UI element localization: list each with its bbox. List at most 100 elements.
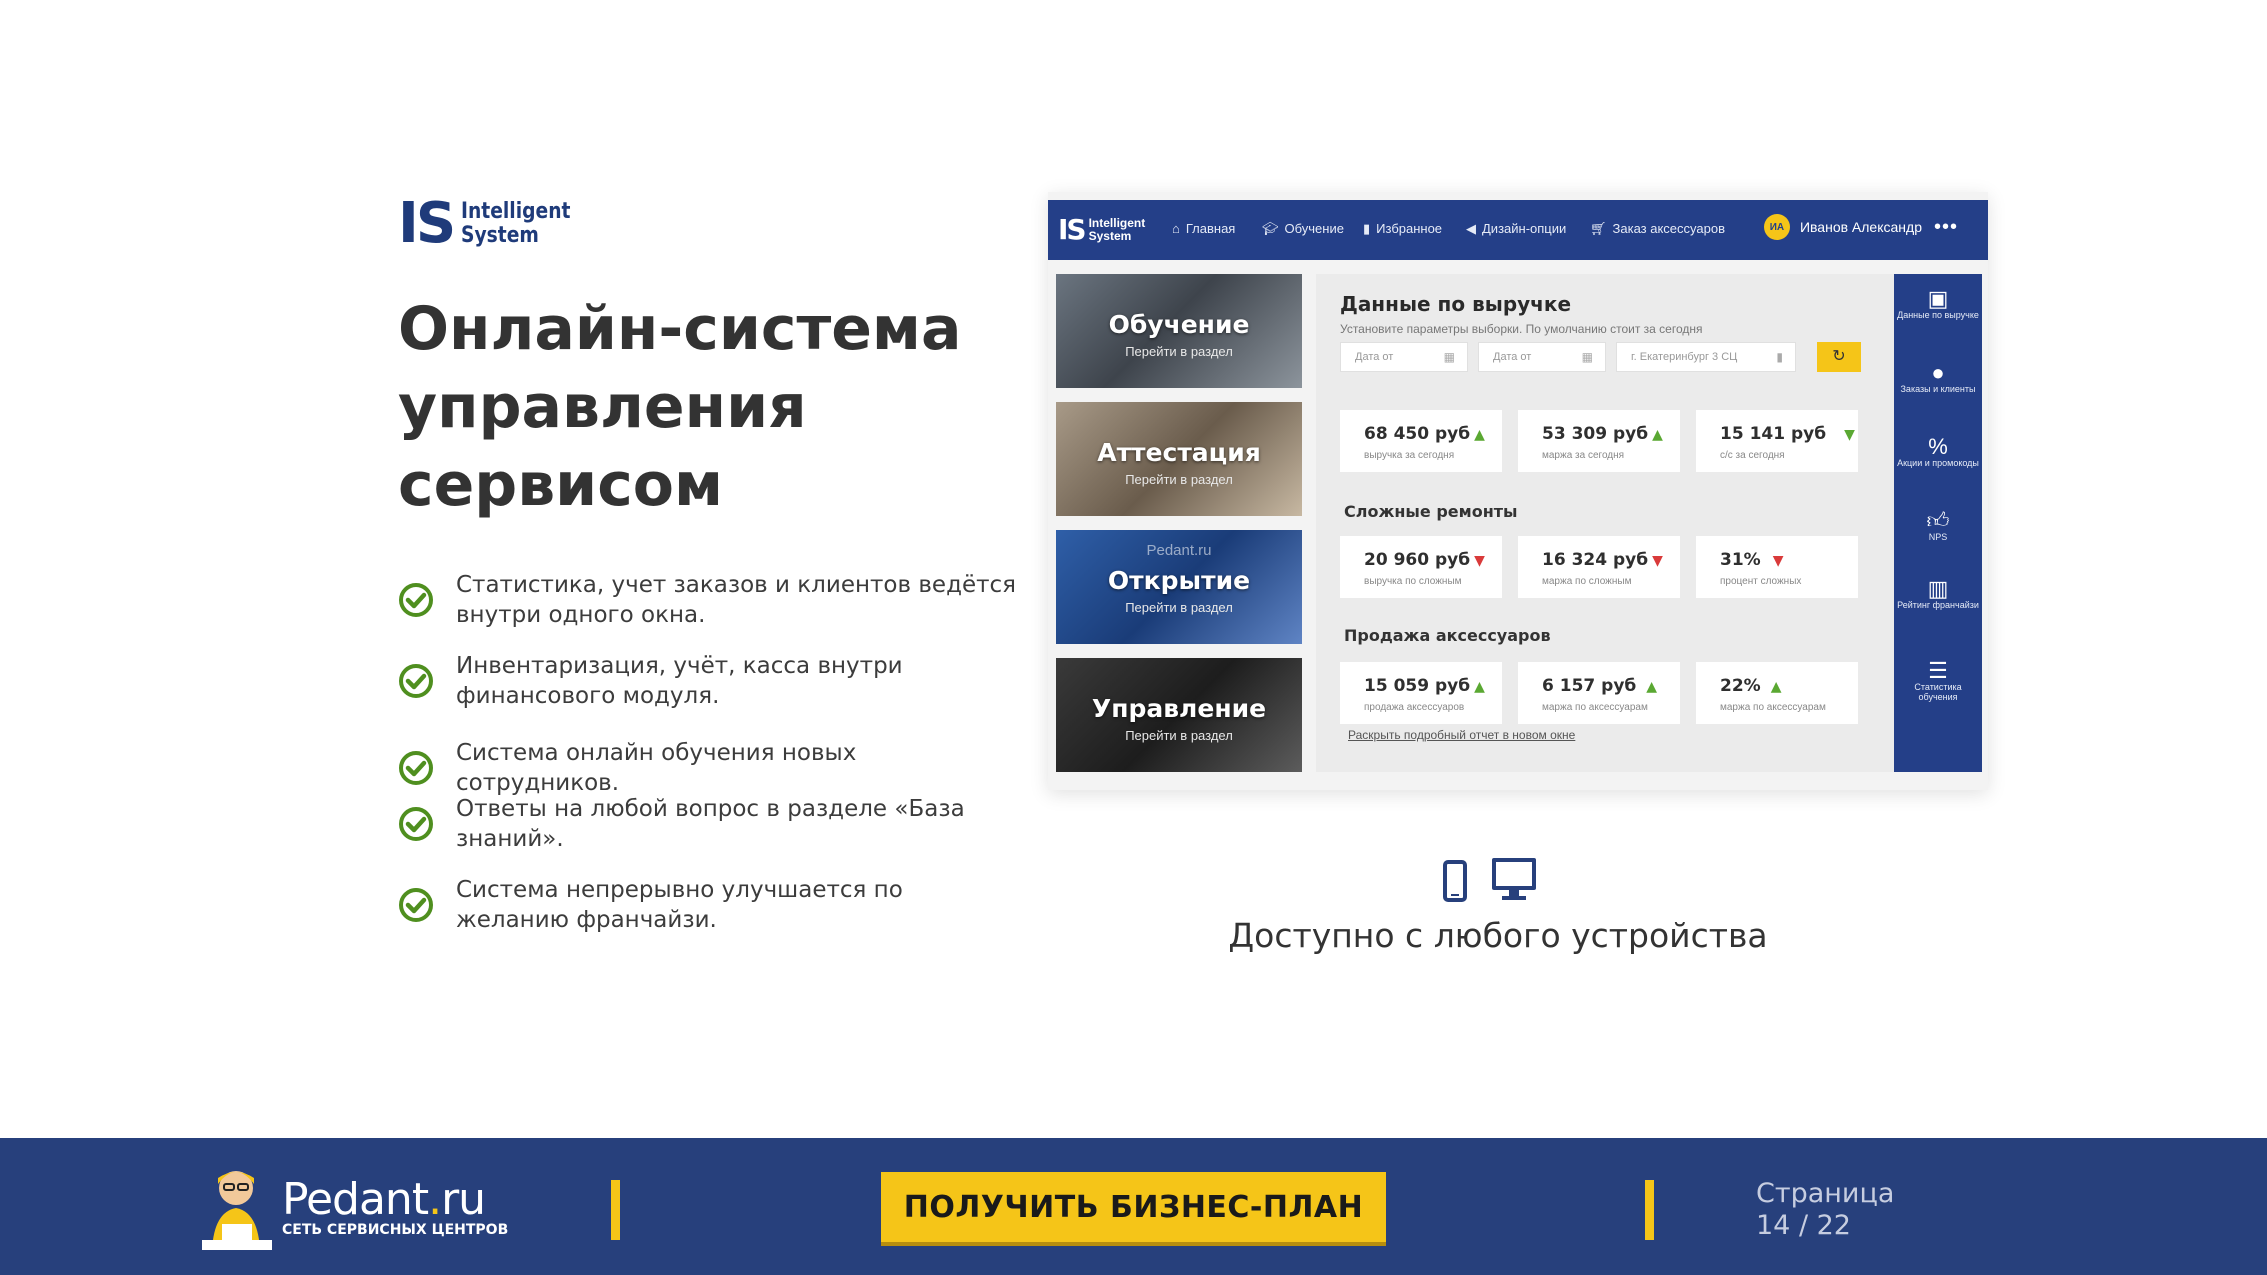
metric-value: 15 059 руб ▲ — [1364, 676, 1485, 696]
divider-bar — [1645, 1180, 1654, 1240]
tile-management[interactable]: Управление Перейти в раздел — [1056, 658, 1302, 772]
sidebar-item-label: NPS — [1928, 532, 1948, 542]
panel-subtitle: Установите параметры выборки. По умолчан… — [1340, 322, 1703, 336]
sidebar-item-revenue[interactable]: ▣ Данные по выручке — [1894, 286, 1982, 321]
trend-up-icon: ▲ — [1646, 679, 1658, 695]
headline-line-2: управления — [398, 372, 807, 442]
cart-icon: 🛒︎ — [1590, 221, 1607, 236]
dashboard-screenshot: IS Intelligent System ⌂ Главная 🎓︎ Обучение… — [1048, 192, 1988, 790]
metric-card: 53 309 руб ▲ маржа за сегодня — [1518, 410, 1680, 472]
dashboard-logo[interactable]: IS Intelligent System — [1058, 213, 1145, 246]
metric-label: с/с за сегодня — [1720, 450, 1785, 461]
headline-line-1: Онлайн-система — [398, 294, 962, 364]
logo-mark: IS — [398, 191, 456, 256]
dashboard-logo-mark: IS — [1058, 213, 1087, 246]
metric-number: 53 309 руб — [1542, 424, 1649, 444]
tile-subtitle: Перейти в раздел — [1125, 600, 1233, 615]
more-icon[interactable]: ••• — [1934, 216, 1958, 239]
metric-value: 53 309 руб ▲ — [1542, 424, 1663, 444]
date-from-field[interactable]: Дата от ▦ — [1340, 342, 1468, 372]
metric-value: 20 960 руб ▼ — [1364, 550, 1485, 570]
metric-number: 15 141 руб — [1720, 424, 1827, 444]
dashboard-logo-line2: System — [1088, 228, 1132, 243]
metric-card: 68 450 руб ▲ выручка за сегодня — [1340, 410, 1502, 472]
metric-number: 15 059 руб — [1364, 676, 1471, 696]
brand-name-dot: . — [428, 1174, 442, 1225]
trend-down-icon: ▼ — [1844, 427, 1855, 443]
get-business-plan-button[interactable]: ПОЛУЧИТЬ БИЗНЕС-ПЛАН — [881, 1172, 1386, 1246]
graduation-cap-icon: 🎓︎ — [1262, 221, 1279, 236]
check-circle-icon — [399, 888, 433, 922]
monitor-icon — [1492, 858, 1536, 900]
tile-attestation[interactable]: Аттестация Перейти в раздел — [1056, 402, 1302, 516]
feature-item: Статистика, учет заказов и клиентов ведё… — [398, 570, 1018, 630]
metric-card: 16 324 руб ▼ маржа по сложным — [1518, 536, 1680, 598]
tile-subtitle: Перейти в раздел — [1125, 472, 1233, 487]
metric-value: 22% ▲ — [1720, 676, 1781, 696]
dashboard-logo-words: Intelligent System — [1088, 216, 1146, 243]
thumbs-up-icon: 👍︎ — [1926, 508, 1950, 533]
divider-bar — [611, 1180, 620, 1240]
refresh-button[interactable]: ↻ — [1817, 342, 1861, 372]
nav-item-home[interactable]: ⌂ Главная — [1172, 221, 1235, 236]
location-select[interactable]: г. Екатеринбург 3 СЦ ▮ — [1616, 342, 1796, 372]
nav-item-favorites[interactable]: ▮ Избранное — [1363, 221, 1442, 237]
sidebar-item-training-stats[interactable]: ☰ Статистика обучения — [1894, 660, 1982, 703]
metric-card: 31% ▼ процент сложных — [1696, 536, 1858, 598]
check-circle-icon — [399, 807, 433, 841]
open-report-link[interactable]: Раскрыть подробный отчет в новом окне — [1348, 728, 1575, 742]
phone-icon — [1443, 860, 1467, 902]
tile-title: Обучение — [1108, 310, 1250, 339]
section-title-complex-repairs: Сложные ремонты — [1344, 502, 1518, 521]
nav-item-training[interactable]: 🎓︎ Обучение — [1262, 221, 1344, 237]
sidebar-item-label: Данные по выручке — [1897, 310, 1979, 320]
bar-chart-icon: ▥ — [1927, 576, 1949, 601]
sidebar-item-nps[interactable]: 👍︎ NPS — [1894, 508, 1982, 543]
nav-label: Обучение — [1284, 221, 1344, 236]
date-to-field[interactable]: Дата от ▦ — [1478, 342, 1606, 372]
check-circle-icon — [399, 583, 433, 617]
sidebar-item-label: Статистика обучения — [1914, 682, 1962, 702]
trend-down-icon: ▼ — [1652, 553, 1663, 569]
logo-line1: Intelligent — [461, 199, 571, 224]
metric-number: 16 324 руб — [1542, 550, 1649, 570]
headline-line-3: сервисом — [398, 450, 724, 520]
trend-down-icon: ▼ — [1474, 553, 1485, 569]
metric-label: выручка по сложным — [1364, 576, 1462, 587]
tile-title: Управление — [1091, 694, 1267, 723]
percent-icon: % — [1928, 434, 1948, 459]
nav-item-accessories-order[interactable]: 🛒︎ Заказ аксессуаров — [1590, 221, 1725, 237]
sidebar-item-promos[interactable]: % Акции и промокоды — [1894, 434, 1982, 469]
nav-item-design-options[interactable]: ◀ Дизайн-опции — [1466, 221, 1566, 237]
tile-opening[interactable]: Pedant.ru Открытие Перейти в раздел — [1056, 530, 1302, 644]
page-headline: Онлайн-система управления сервисом — [398, 290, 998, 524]
avatar: ИА — [1763, 214, 1790, 240]
building-icon: ▮ — [1776, 350, 1783, 364]
logo-line2: System — [461, 223, 540, 248]
user-name: Иванов Александр — [1799, 219, 1922, 235]
metric-label: маржа за сегодня — [1542, 450, 1625, 461]
trend-up-icon: ▲ — [1474, 679, 1485, 695]
user-menu[interactable]: ИА Иванов Александр ••• — [1763, 214, 1958, 240]
brand-name-tld: ru — [441, 1174, 486, 1225]
nav-label: Главная — [1185, 221, 1236, 236]
tile-training[interactable]: Обучение Перейти в раздел — [1056, 274, 1302, 388]
brand-name: Pedant.ru — [282, 1174, 486, 1225]
tile-subtitle: Перейти в раздел — [1125, 728, 1233, 743]
metric-value: 68 450 руб ▲ — [1364, 424, 1485, 444]
metric-card: 15 141 руб ▼ с/с за сегодня — [1696, 410, 1858, 472]
metric-label: маржа по аксессуарам — [1542, 702, 1648, 713]
sidebar-item-orders[interactable]: ● Заказы и клиенты — [1894, 362, 1982, 395]
sidebar-item-rating[interactable]: ▥ Рейтинг франчайзи — [1894, 576, 1982, 611]
metric-number: 31% — [1720, 550, 1761, 570]
check-circle-icon — [399, 664, 433, 698]
logo-words: Intelligent System — [461, 200, 570, 248]
bookmark-icon: ▮ — [1363, 221, 1371, 236]
revenue-panel: Данные по выручке Установите параметры в… — [1316, 274, 1894, 772]
money-icon: ▣ — [1927, 286, 1949, 311]
feature-item: Система онлайн обучения новых сотруднико… — [398, 738, 1018, 798]
trend-down-icon: ▼ — [1772, 553, 1784, 569]
feature-text: Система онлайн обучения новых сотруднико… — [456, 740, 857, 796]
trend-up-icon: ▲ — [1474, 427, 1485, 443]
tile-subtitle: Перейти в раздел — [1125, 344, 1233, 359]
